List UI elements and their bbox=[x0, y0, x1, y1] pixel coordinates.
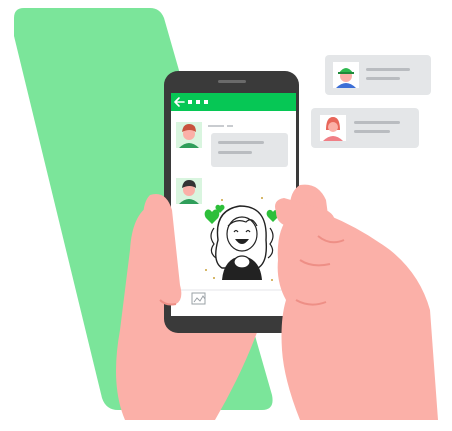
red-hair-man-avatar-icon bbox=[176, 122, 202, 148]
messaging-illustration bbox=[0, 0, 452, 431]
red-hair-woman-avatar-icon bbox=[320, 115, 346, 141]
floating-message-card bbox=[325, 55, 431, 95]
green-cap-man-avatar-icon bbox=[333, 62, 359, 88]
text-bubble bbox=[211, 133, 288, 167]
floating-message-card bbox=[311, 108, 419, 148]
chat-header-bar bbox=[171, 93, 296, 111]
dark-hair-man-avatar-icon bbox=[176, 178, 202, 204]
